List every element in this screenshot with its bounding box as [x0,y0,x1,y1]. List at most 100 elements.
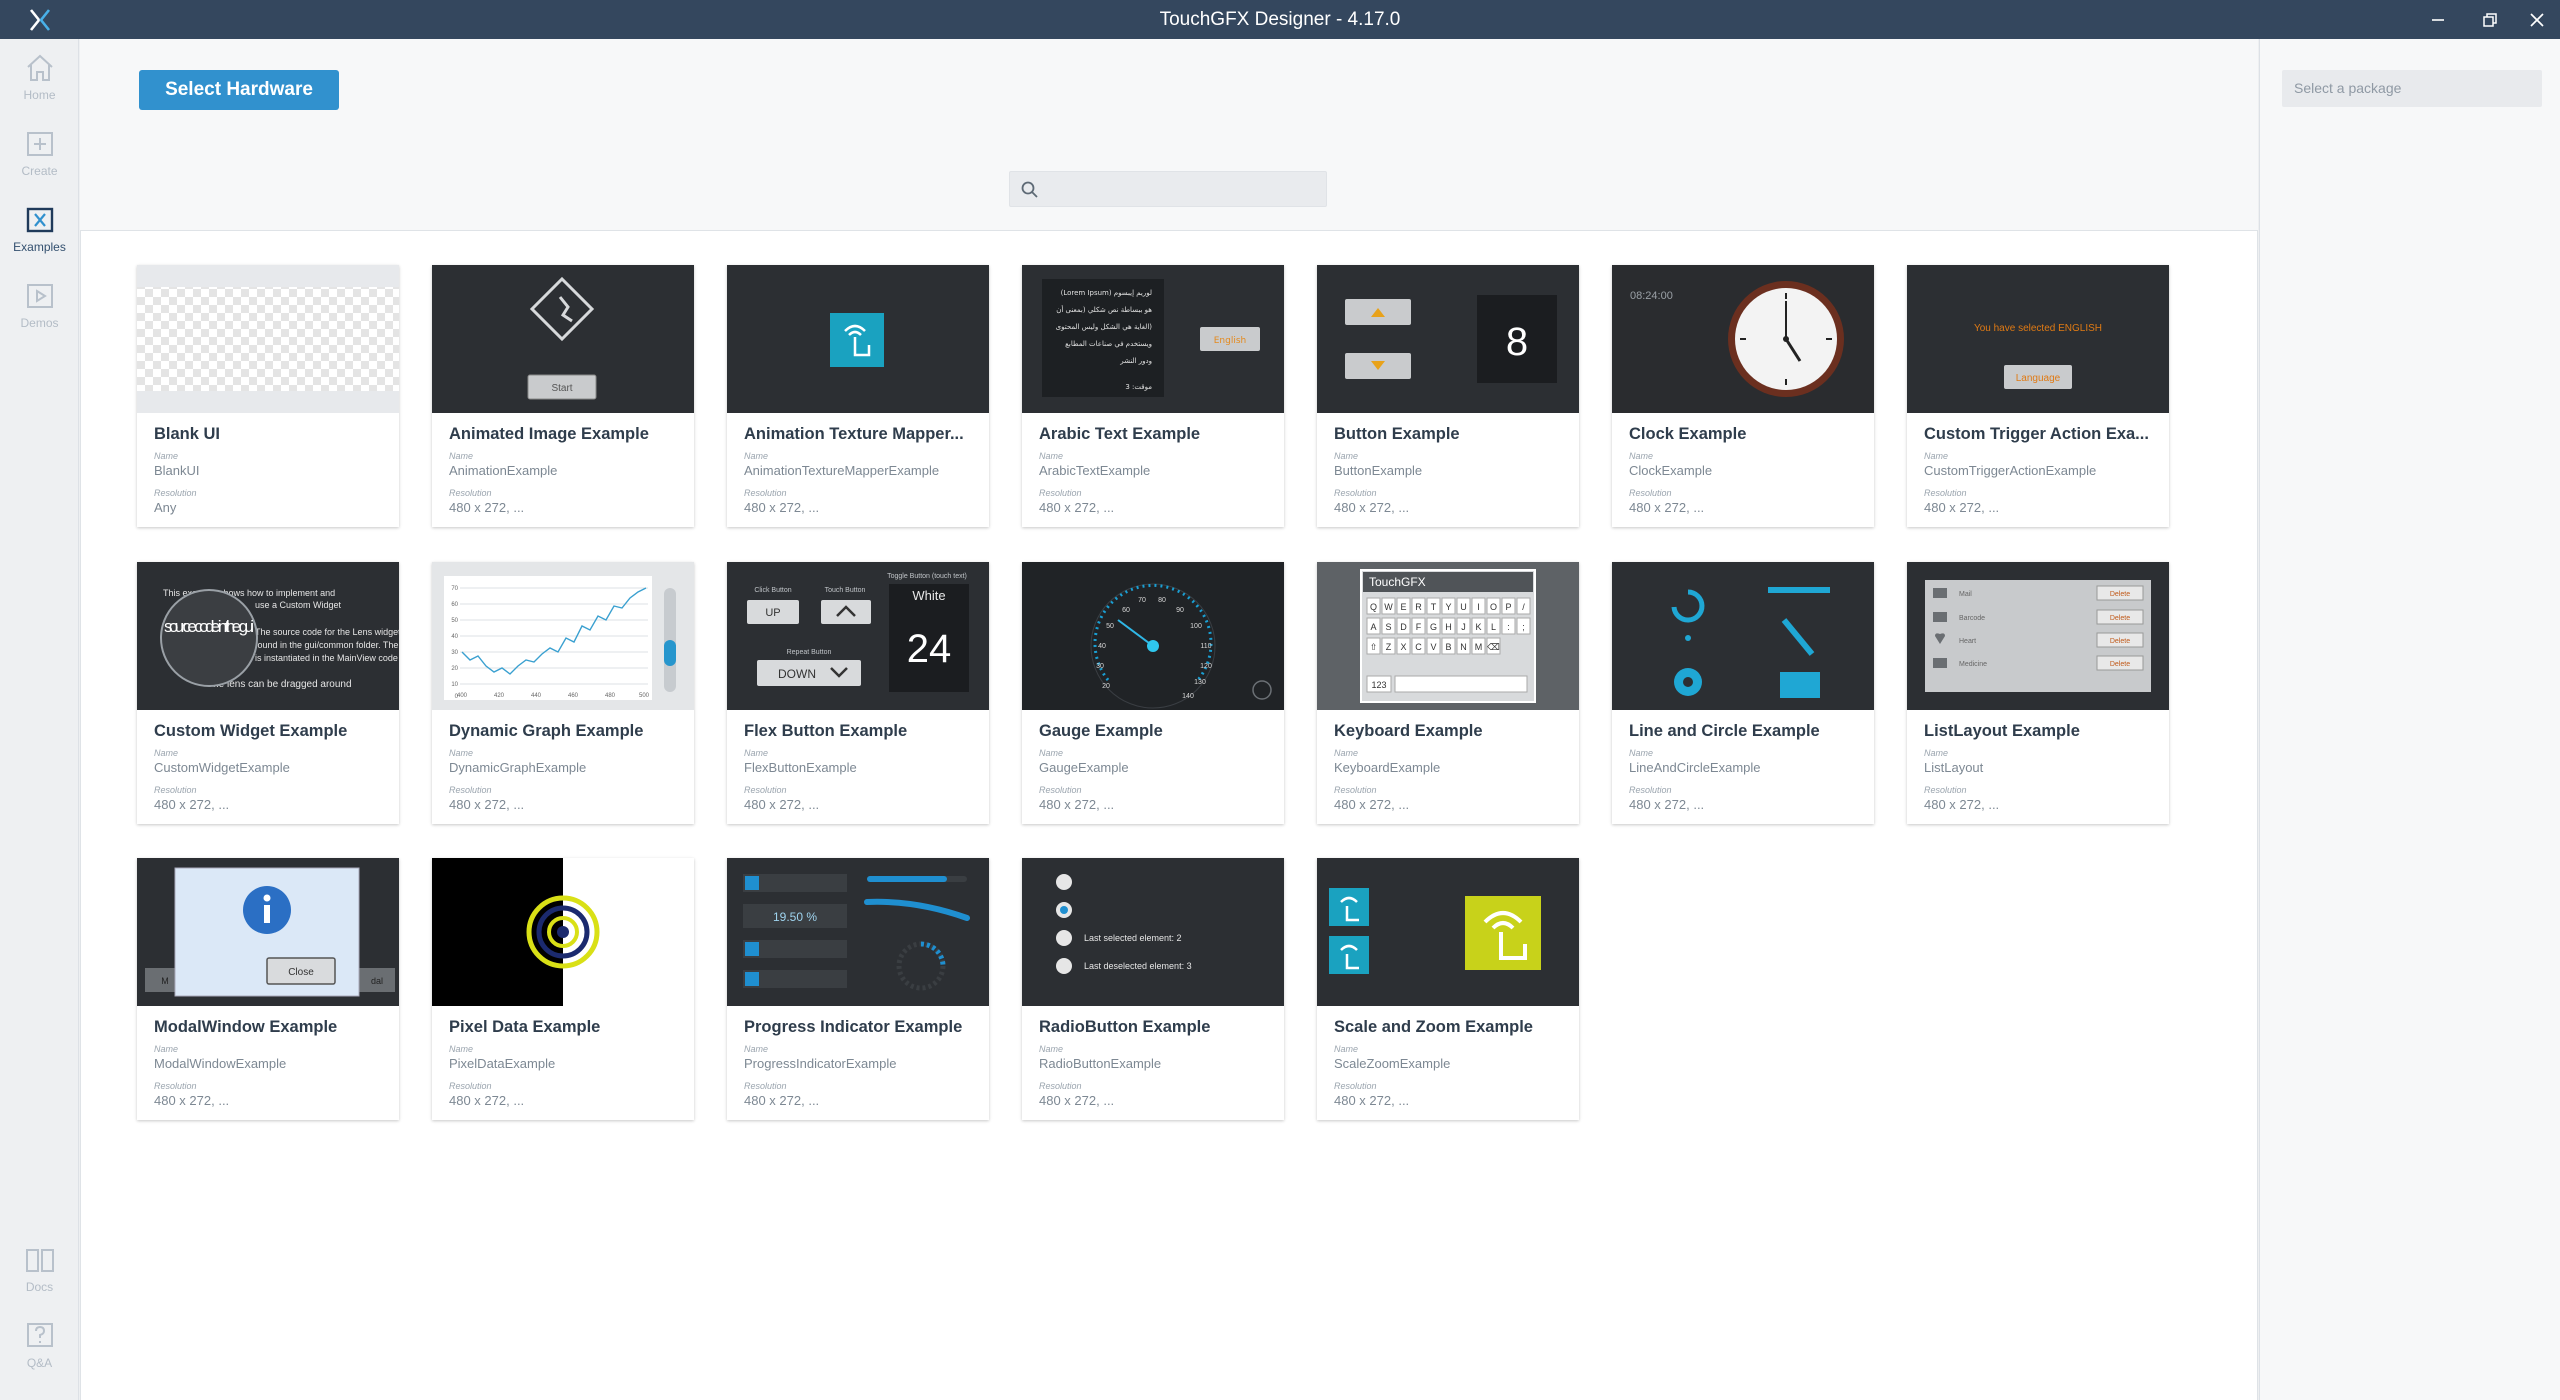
name-label: Name [1629,451,1654,461]
example-card-dynamic-graph[interactable]: 70 60 50 40 30 20 10 0 400 420 440 460 480 500 … [432,562,694,824]
example-card-scale-and-zoom[interactable]: Scale and Zoom Example Name ScaleZoomExa… [1317,858,1579,1120]
keyboard-key-label: I [1477,602,1480,612]
resolution-label: Resolution [744,1081,787,1091]
card-name: KeyboardExample [1334,760,1441,775]
svg-text:70: 70 [1138,597,1146,604]
example-card-modal-window[interactable]: M dal Close ModalWindow Example Name Mod… [137,858,399,1120]
space-key [1394,675,1528,693]
resolution-label: Resolution [1039,488,1082,498]
sidebar-item-label: Create [21,164,58,178]
sidebar-item-home[interactable]: Home [0,51,79,121]
minimize-icon[interactable] [2415,0,2461,39]
example-card-progress-indicator[interactable]: 19.50 % Progress Indicator Example Name … [727,858,989,1120]
card-title: Custom Widget Example [154,722,348,740]
example-card-blank-ui[interactable]: Blank UI Name BlankUI Resolution Any [137,265,399,527]
svg-text:Delete: Delete [2110,638,2130,645]
sidebar-item-label: Home [23,88,56,102]
example-card-custom-trigger-action[interactable]: You have selected ENGLISH Language Custo… [1907,265,2169,527]
keyboard-key-label: ; [1522,622,1525,632]
english-button-text: English [1214,336,1247,346]
restore-icon[interactable] [2467,0,2513,39]
card-name: ListLayout [1924,760,1984,775]
example-card-clock[interactable]: 08:24:00 Clock Example Name ClockExample… [1612,265,1874,527]
card-resolution: 480 x 272, ... [1924,797,2000,812]
card-name: RadioButtonExample [1039,1056,1162,1071]
demos-icon [26,284,53,308]
example-card-pixel-data[interactable]: Pixel Data Example Name PixelDataExample… [432,858,694,1120]
example-card-line-and-circle[interactable]: Line and Circle Example Name LineAndCirc… [1612,562,1874,824]
card-title: RadioButton Example [1039,1018,1211,1036]
example-card-animated-image[interactable]: Start Animated Image Example Name Animat… [432,265,694,527]
svg-text:60: 60 [451,602,458,608]
keyboard-key-label: P [1505,602,1511,612]
select-hardware-button[interactable]: Select Hardware [139,70,339,110]
svg-text:40: 40 [451,634,458,640]
example-card-button[interactable]: 8 Button Example Name ButtonExample Reso… [1317,265,1579,527]
example-card-custom-widget[interactable]: This example shows how to implement and … [137,562,399,824]
home-icon [26,54,53,81]
card-thumbnail: This example shows how to implement and … [137,562,399,710]
sidebar-item-docs[interactable]: Docs [0,1243,79,1313]
package-select[interactable]: Select a package [2282,70,2542,107]
example-card-keyboard[interactable]: TouchGFX Q W E R T Y U I O P / A S D F G H J K L:; ⇧ Z X C V B N M ⌫… [1317,562,1579,824]
name-label: Name [1334,451,1359,461]
keyboard-key-label: Z [1386,642,1392,652]
card-resolution: Any [154,500,177,515]
svg-text:dal: dal [371,976,383,986]
keyboard-key-label: V [1430,642,1436,652]
svg-text:400: 400 [457,693,468,699]
keyboard-key-label: C [1415,642,1422,652]
card-thumbnail [137,265,399,413]
svg-text:Touch Button: Touch Button [825,587,866,594]
svg-text:60: 60 [1122,607,1130,614]
name-label: Name [1334,748,1359,758]
svg-text:ويستخدم في صناعات المطابع: ويستخدم في صناعات المطابع [1065,340,1152,348]
svg-text:50: 50 [451,618,458,624]
resolution-label: Resolution [154,1081,197,1091]
svg-text:Delete: Delete [2110,591,2130,598]
resolution-label: Resolution [1039,785,1082,795]
keyboard-key-label: R [1415,602,1422,612]
sidebar-item-demos[interactable]: Demos [0,279,79,349]
svg-text:The source code for the Lens w: The source code for the Lens widget can … [255,627,399,637]
resolution-label: Resolution [154,488,197,498]
keyboard-key-label: H [1445,622,1452,632]
card-thumbnail: TouchGFX Q W E R T Y U I O P / A S D F G H J K L:; ⇧ Z X C V B N M ⌫… [1317,562,1579,710]
sidebar-item-examples[interactable]: Examples [0,203,79,273]
card-name: ProgressIndicatorExample [744,1056,897,1071]
search-box[interactable] [1009,171,1327,207]
svg-text:موقت: 3: موقت: 3 [1125,383,1152,391]
card-name: LineAndCircleExample [1629,760,1761,775]
resolution-label: Resolution [744,488,787,498]
search-input[interactable] [1048,172,1318,206]
example-card-gauge[interactable]: 20 30 40 50 60 70 80 90 100 110 120 130 … [1022,562,1284,824]
example-card-animation-texture-mapper[interactable]: Animation Texture Mapper... Name Animati… [727,265,989,527]
name-label: Name [744,1044,769,1054]
resolution-label: Resolution [1039,1081,1082,1091]
example-card-arabic-text[interactable]: (Lorem Ipsum) لوريم إيبسوم هو ببساطة نص … [1022,265,1284,527]
svg-text:Delete: Delete [2110,615,2130,622]
card-name: AnimationExample [449,463,558,478]
example-card-radio-button[interactable]: Last selected element: 2 Last deselected… [1022,858,1284,1120]
name-label: Name [154,1044,179,1054]
svg-text:Toggle Button (touch text): Toggle Button (touch text) [887,573,967,580]
medicine-icon [1933,658,1947,668]
example-card-flex-button[interactable]: Click Button Touch Button Toggle Button … [727,562,989,824]
example-card-list-layout[interactable]: Mail Delete Barcode Delete Heart Delete … [1907,562,2169,824]
svg-text:100: 100 [1190,623,1202,630]
card-title: Scale and Zoom Example [1334,1018,1533,1036]
keyboard-key-label: A [1370,622,1376,632]
sidebar-item-label: Q&A [26,1356,53,1370]
name-label: Name [154,748,179,758]
svg-text:420: 420 [494,693,505,699]
card-resolution: 480 x 272, ... [1039,797,1115,812]
sidebar-item-create[interactable]: Create [0,127,79,197]
card-resolution: 480 x 272, ... [744,500,820,515]
keyboard-key-label: ⇧ [1370,642,1378,652]
keyboard-key-label: E [1400,602,1406,612]
sidebar-item-qa[interactable]: Q&A [0,1319,79,1389]
close-icon[interactable] [2514,0,2560,39]
card-name: AnimationTextureMapperExample [744,463,940,478]
card-title: Animated Image Example [449,425,649,443]
card-resolution: 480 x 272, ... [449,1093,525,1108]
